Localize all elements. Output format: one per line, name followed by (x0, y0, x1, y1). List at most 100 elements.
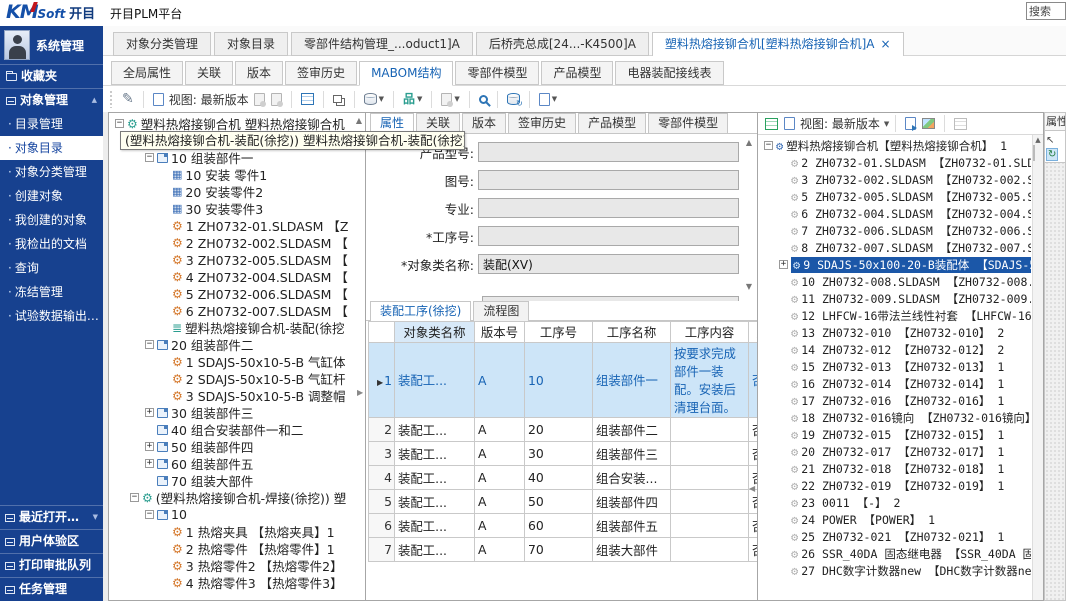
field-input[interactable] (478, 226, 739, 246)
prop-tab[interactable]: 产品模型 (541, 61, 613, 85)
table-row[interactable]: 4装配工...A40组合安装...否 (369, 466, 758, 490)
chevron-down-icon[interactable]: ▼ (454, 95, 459, 103)
table-cell[interactable] (671, 538, 749, 562)
structure-tree-node[interactable]: ⚙18 ZH0732-016镜向 【ZH0732-016镜向】 1 (760, 409, 1031, 426)
table-cell[interactable]: A (475, 343, 525, 418)
table-cell[interactable]: A (475, 538, 525, 562)
structure-tree-node[interactable]: ⚙3 ZH0732-002.SLDASM 【ZH0732-002.SLDA (760, 171, 1031, 188)
sidebar-item[interactable]: ·对象分类管理 (0, 160, 103, 184)
field-input[interactable] (478, 254, 739, 274)
structure-tree-node[interactable]: ⚙22 ZH0732-019 【ZH0732-019】 1 (760, 477, 1031, 494)
column-header[interactable]: 版本号 (475, 322, 525, 343)
collapse-icon[interactable]: − (145, 340, 154, 349)
edit-pencil-icon[interactable]: ✎ (122, 91, 134, 107)
bom-tree-node[interactable]: ⚙2 SDAJS-50x10-5-B 气缸杆 (111, 370, 363, 387)
structure-tree-node[interactable]: ⚙24 POWER 【POWER】 1 (760, 511, 1031, 528)
sidebar-bottom-item[interactable]: 任务管理 (0, 577, 103, 601)
bom-tree-node[interactable]: ⚙1 ZH0732-01.SLDASM 【Z (111, 217, 363, 234)
search-icon[interactable] (479, 95, 488, 104)
structure-tree-node[interactable]: ⚙21 ZH0732-018 【ZH0732-018】 1 (760, 460, 1031, 477)
table-cell[interactable] (671, 442, 749, 466)
cursor-icon[interactable]: ↖ (1046, 135, 1054, 146)
sidebar-item[interactable]: ·对象目录 (0, 136, 103, 160)
column-header[interactable] (369, 322, 395, 343)
table-cell[interactable] (671, 514, 749, 538)
structure-tree-node[interactable]: +⚙9 SDAJS-50x100-20-B装配体 【SDAJS-50x1 (760, 256, 1031, 273)
bom-tree-node[interactable]: +50 组装部件四 (111, 438, 363, 455)
collapse-icon[interactable]: − (145, 510, 154, 519)
document-options-icon[interactable] (441, 93, 452, 106)
structure-tree-node[interactable]: ⚙14 ZH0732-012 【ZH0732-012】 2 (760, 341, 1031, 358)
prop-tab[interactable]: 版本 (235, 61, 283, 85)
structure-tree-node[interactable]: ⚙15 ZH0732-013 【ZH0732-013】 1 (760, 358, 1031, 375)
bom-tree-node[interactable]: ⚙2 ZH0732-002.SLDASM 【 (111, 234, 363, 251)
sidebar-bottom-item[interactable]: 打印审批队列 (0, 553, 103, 577)
table-cell[interactable]: 组装部件二 (593, 418, 671, 442)
doc-tab[interactable]: 对象分类管理 (113, 32, 211, 56)
refresh-icon[interactable]: ↻ (1046, 148, 1058, 161)
structure-tree-node[interactable]: ⚙8 ZH0732-007.SLDASM 【ZH0732-007.SLDA (760, 239, 1031, 256)
structure-tree-node[interactable]: ⚙6 ZH0732-004.SLDASM 【ZH0732-004.SLDA (760, 205, 1031, 222)
expand-icon[interactable]: + (779, 260, 788, 269)
prop-tab[interactable]: 零部件模型 (455, 61, 539, 85)
row-number[interactable]: ▶1 (369, 343, 395, 418)
table-cell[interactable]: 否 (749, 343, 758, 418)
table-cell[interactable]: A (475, 466, 525, 490)
table-cell[interactable]: 装配工... (395, 442, 475, 466)
table-cell[interactable]: 50 (525, 490, 593, 514)
table-cell[interactable]: 70 (525, 538, 593, 562)
column-header[interactable]: 对象类名称 (395, 322, 475, 343)
scrollbar[interactable]: ▲ (1032, 135, 1043, 600)
bom-tree-node[interactable]: ⚙1 热熔夹具 【热熔夹具】1 (111, 523, 363, 540)
table-cell[interactable]: 10 (525, 343, 593, 418)
field-input[interactable] (478, 198, 739, 218)
process-sub-tab[interactable]: 装配工序(徐挖) (370, 301, 471, 322)
row-number[interactable]: 5 (369, 490, 395, 514)
structure-tree-node[interactable]: ⚙10 ZH0732-008.SLDASM 【ZH0732-008.SLD (760, 273, 1031, 290)
table-row[interactable]: 3装配工...A30组装部件三否 (369, 442, 758, 466)
expand-icon[interactable]: + (145, 442, 154, 451)
splitter-handle-icon[interactable]: ◀ (749, 484, 755, 493)
column-header[interactable]: 关 (749, 322, 758, 343)
toolbar-drag-handle[interactable] (109, 90, 113, 108)
table-row[interactable]: ▶1装配工...A10组装部件一按要求完成部件一装配。安装后清理台面。否 (369, 343, 758, 418)
database-refresh-icon[interactable] (507, 93, 520, 105)
export-icon[interactable] (905, 117, 916, 130)
bom-tree-node[interactable]: ⚙4 热熔零件3 【热熔零件3】 (111, 574, 363, 591)
structure-tree-node[interactable]: ⚙13 ZH0732-010 【ZH0732-010】 2 (760, 324, 1031, 341)
chevron-down-icon[interactable]: ▼ (417, 95, 422, 103)
doc-tab[interactable]: 塑料热熔接铆合机[塑料热熔接铆合机]A× (652, 32, 904, 57)
table-cell[interactable] (671, 466, 749, 490)
compare-icon[interactable] (333, 95, 342, 103)
table-cell[interactable]: 组装部件五 (593, 514, 671, 538)
table-cell[interactable]: 组装部件一 (593, 343, 671, 418)
column-header[interactable]: 工序名称 (593, 322, 671, 343)
table-cell[interactable]: 否 (749, 538, 758, 562)
row-number[interactable]: 6 (369, 514, 395, 538)
collapse-icon[interactable]: − (145, 153, 154, 162)
sidebar-item[interactable]: ·创建对象 (0, 184, 103, 208)
close-icon[interactable]: × (880, 37, 890, 51)
table-cell[interactable]: A (475, 418, 525, 442)
table-cell[interactable]: 装配工... (395, 418, 475, 442)
table-cell[interactable]: 按要求完成部件一装配。安装后清理台面。 (671, 343, 749, 418)
sidebar-bottom-item[interactable]: 用户体验区 (0, 529, 103, 553)
bom-tree-node[interactable]: ⚙6 ZH0732-007.SLDASM 【 (111, 302, 363, 319)
properties-tab[interactable]: 属性 (1045, 113, 1065, 131)
structure-tree-node[interactable]: ⚙7 ZH0732-006.SLDASM 【ZH0732-006.SLDA (760, 222, 1031, 239)
collapse-icon[interactable]: − (764, 141, 773, 150)
bom-tree-node[interactable]: −⚙(塑料热熔接铆合机-焊接(徐挖)) 塑 (111, 489, 363, 506)
bom-tree-node[interactable]: ⚙1 SDAJS-50x10-5-B 气缸体 (111, 353, 363, 370)
structure-tree-node[interactable]: ⚙12 LHFCW-16带法兰线性衬套 【LHFCW-16带 (760, 307, 1031, 324)
structure-tree-node[interactable]: −⚙塑料热熔接铆合机【塑料热熔接铆合机】 1 (760, 137, 1031, 154)
table-cell[interactable]: 40 (525, 466, 593, 490)
database-icon[interactable] (364, 93, 377, 105)
table-cell[interactable]: 20 (525, 418, 593, 442)
scroll-up-icon[interactable]: ▲ (356, 116, 362, 125)
bom-tree-node[interactable]: +30 组装部件三 (111, 404, 363, 421)
collapse-icon[interactable]: − (115, 119, 124, 128)
bom-tree-node[interactable]: ▦20 安装零件2 (111, 183, 363, 200)
bom-tree-node[interactable]: ⚙5 ZH0732-006.SLDASM 【 (111, 285, 363, 302)
bom-tree-node[interactable]: ⚙3 ZH0732-005.SLDASM 【 (111, 251, 363, 268)
doc-tab[interactable]: 对象目录 (214, 32, 288, 56)
